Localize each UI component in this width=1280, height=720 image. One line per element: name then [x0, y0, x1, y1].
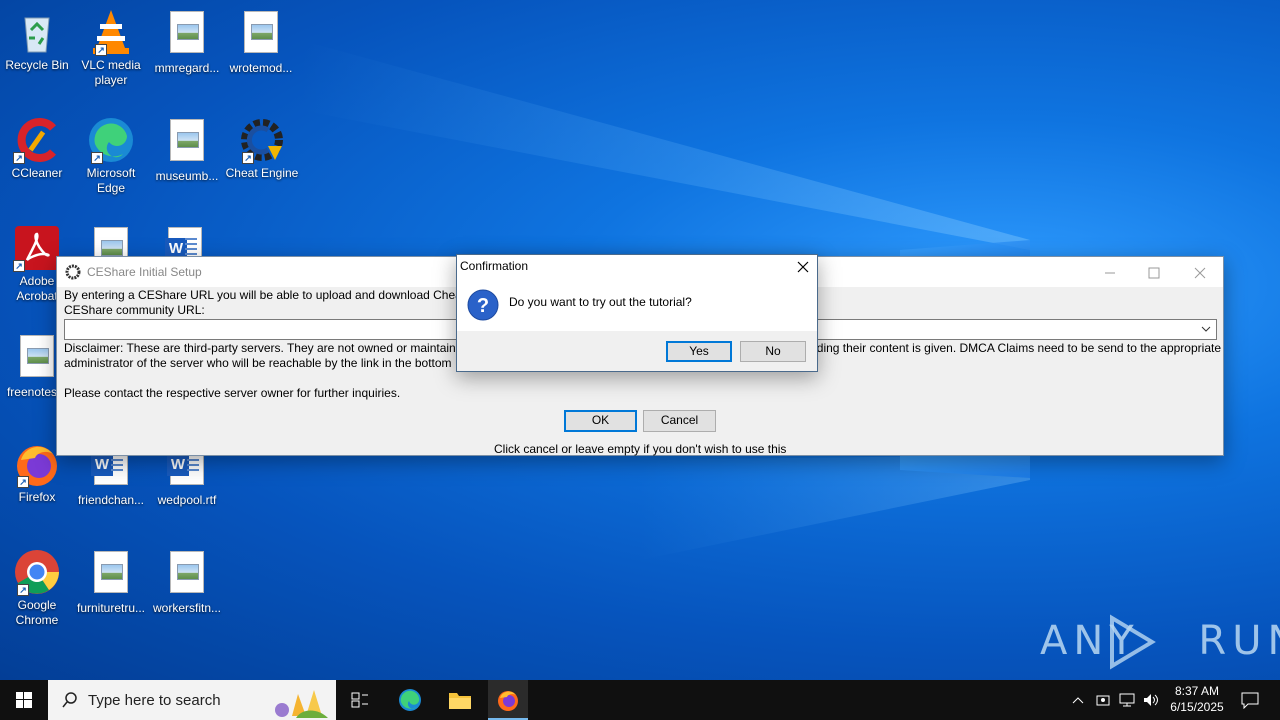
disclaimer-line-2-left: administrator of the server who will be …: [64, 356, 452, 370]
minimize-icon[interactable]: [1087, 265, 1133, 281]
svg-text:?: ?: [477, 295, 489, 317]
clock-date: 6/15/2025: [1170, 700, 1224, 714]
notifications-button[interactable]: [1236, 680, 1266, 720]
confirmation-dialog: Confirmation ? Do you want to try out th…: [456, 254, 818, 372]
show-hidden-icons-button[interactable]: [1068, 692, 1088, 708]
chrome-icon: ↗: [13, 548, 61, 596]
task-view-icon: [351, 692, 369, 713]
image-file-icon: [13, 335, 61, 383]
network-icon[interactable]: [1118, 692, 1136, 708]
clock-time: 8:37 AM: [1174, 684, 1220, 698]
desktop-icon-museumb[interactable]: museumb...: [150, 116, 224, 184]
watermark-text: ANY RUN: [1040, 618, 1280, 664]
taskbar-firefox[interactable]: [488, 680, 528, 720]
search-placeholder: Type here to search: [88, 692, 221, 709]
taskbar-edge[interactable]: [390, 680, 430, 720]
hint-text: Click cancel or leave empty if you don't…: [494, 442, 787, 456]
notification-icon: [1240, 691, 1260, 714]
image-file-icon: [87, 551, 135, 599]
folder-icon: [448, 690, 472, 715]
contact-text: Please contact the respective server own…: [64, 386, 401, 400]
search-box[interactable]: Type here to search: [48, 680, 336, 720]
cancel-button[interactable]: Cancel: [643, 410, 716, 432]
watermark: ANY RUN: [1040, 612, 1280, 672]
windows-logo-icon: [16, 692, 32, 713]
no-button[interactable]: No: [740, 341, 806, 362]
question-icon: ?: [467, 289, 499, 321]
search-icon: [62, 692, 78, 713]
cheat-engine-icon: [65, 264, 81, 280]
image-file-icon: [163, 119, 211, 167]
desktop-icon-workersfitn[interactable]: workersfitn...: [150, 548, 224, 616]
desktop-icon-ccleaner[interactable]: ↗ CCleaner: [0, 116, 74, 181]
ok-button[interactable]: OK: [564, 410, 637, 432]
desktop-icon-mmregard[interactable]: mmregard...: [150, 8, 224, 76]
chevron-down-icon[interactable]: [1200, 323, 1212, 335]
yes-button[interactable]: Yes: [666, 341, 732, 362]
desktop-icon-vlc[interactable]: ↗ VLC media player: [74, 8, 148, 88]
disclaimer-line-1-right: ding their content is given. DMCA Claims…: [816, 341, 1221, 355]
image-file-icon: [163, 11, 211, 59]
firefox-icon: ↗: [13, 440, 61, 488]
close-icon[interactable]: [795, 259, 811, 275]
desktop-icon-chrome[interactable]: ↗ Google Chrome: [0, 548, 74, 628]
url-label: CEShare community URL:: [64, 303, 205, 317]
image-file-icon: [237, 11, 285, 59]
disclaimer-line-1-left: Disclaimer: These are third-party server…: [64, 341, 470, 355]
edge-icon: ↗: [87, 116, 135, 164]
close-icon[interactable]: [1177, 265, 1223, 281]
image-file-icon: [163, 551, 211, 599]
volume-icon[interactable]: [1142, 692, 1160, 708]
desktop-icon-wrotemod[interactable]: wrotemod...: [224, 8, 298, 76]
desktop-icon-furnituretru[interactable]: furnituretru...: [74, 548, 148, 616]
edge-icon: [398, 688, 422, 717]
recycle-bin-icon: [13, 8, 61, 56]
desktop-icon-recycle-bin[interactable]: Recycle Bin: [0, 8, 74, 73]
ccleaner-icon: ↗: [13, 116, 61, 164]
desktop-icon-cheat-engine[interactable]: ↗ Cheat Engine: [225, 116, 299, 181]
search-highlight-icon: [262, 682, 332, 720]
maximize-icon[interactable]: [1131, 265, 1177, 281]
chevron-up-icon: [1068, 695, 1088, 712]
tray-meet-icon[interactable]: [1094, 692, 1112, 708]
start-button[interactable]: [0, 680, 48, 720]
dialog-message: Do you want to try out the tutorial?: [509, 295, 692, 309]
window-title: CEShare Initial Setup: [87, 265, 202, 279]
acrobat-icon: ↗: [13, 224, 61, 272]
vlc-icon: ↗: [87, 8, 135, 56]
intro-text: By entering a CEShare URL you will be ab…: [64, 288, 466, 302]
dialog-body: ? Do you want to try out the tutorial?: [457, 279, 817, 331]
dialog-titlebar[interactable]: Confirmation: [457, 255, 817, 279]
dialog-title: Confirmation: [460, 259, 529, 273]
desktop-icon-edge[interactable]: ↗ Microsoft Edge: [74, 116, 148, 196]
clock[interactable]: 8:37 AM 6/15/2025: [1164, 683, 1230, 717]
taskbar: Type here to search 8:37 AM 6/15/2025: [0, 680, 1280, 720]
cheat-engine-icon: ↗: [238, 116, 286, 164]
task-view-button[interactable]: [340, 680, 380, 720]
taskbar-file-explorer[interactable]: [440, 680, 480, 720]
firefox-icon: [496, 688, 520, 717]
